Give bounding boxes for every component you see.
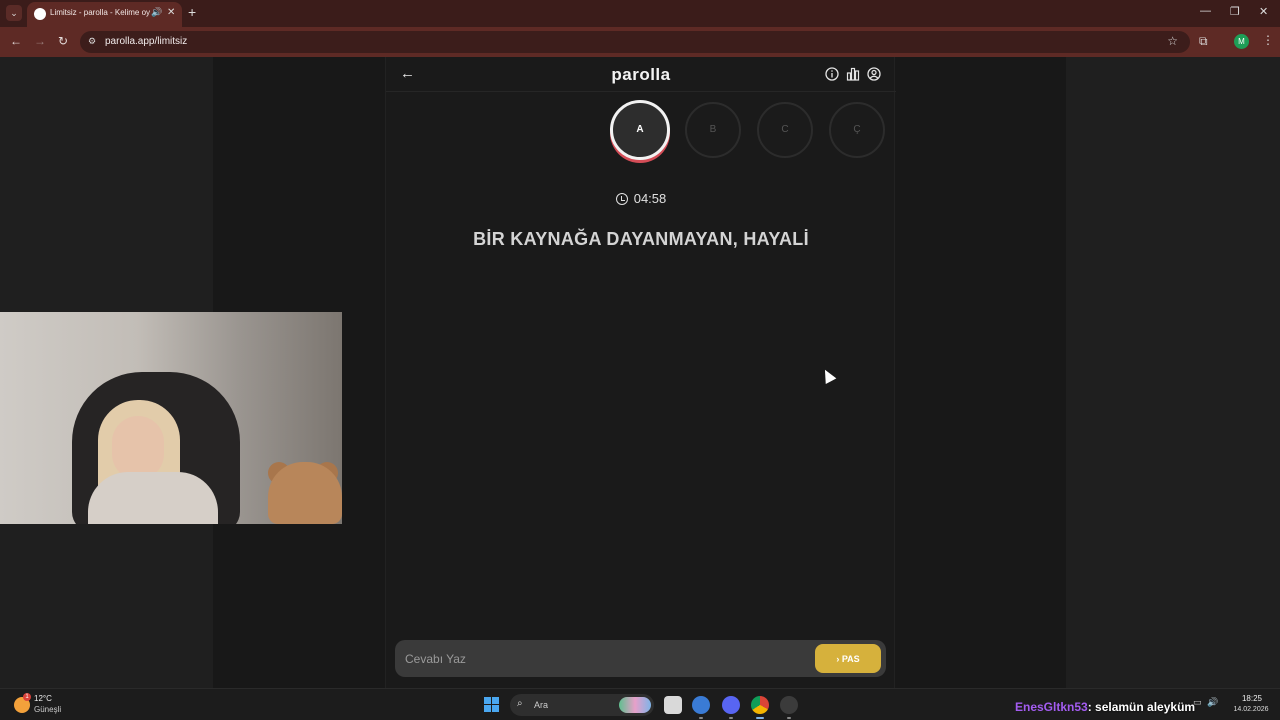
site-info-icon[interactable]: ⚙ [88, 36, 96, 47]
bookmark-star-icon[interactable]: ☆ [1167, 34, 1178, 48]
answer-input[interactable] [405, 640, 805, 677]
window-close-icon[interactable]: ✕ [1259, 5, 1268, 18]
parolla-app: ← parolla A B C Ç 04:58 BİR KAYNAĞA DAYA… [385, 57, 896, 688]
profile-avatar[interactable]: M [1234, 34, 1249, 49]
windows-start-icon[interactable] [484, 697, 500, 713]
pass-label: PAS [841, 653, 860, 664]
app-running-indicator [729, 717, 733, 719]
app-pinned-icon[interactable] [692, 696, 710, 714]
tab-close-icon[interactable]: ✕ [167, 7, 175, 18]
search-label: Ara [534, 700, 549, 710]
app-header: ← parolla [386, 57, 896, 92]
tab-search-button[interactable]: ⌄ [6, 5, 22, 21]
volume-icon[interactable]: 🔊 [1207, 697, 1218, 708]
address-bar[interactable]: ⚙ parolla.app/limitsiz ☆ [80, 31, 1190, 53]
extensions-icon[interactable]: ⧉ [1199, 34, 1208, 49]
question-text: BİR KAYNAĞA DAYANMAYAN, HAYALİ [473, 229, 809, 249]
back-icon[interactable]: ← [10, 34, 22, 48]
letter-circle-c-cedilla: Ç [829, 102, 885, 158]
tab-title: Limitsiz - parolla - Kelime oyunu [50, 8, 150, 17]
page-viewport: ← parolla A B C Ç 04:58 BİR KAYNAĞA DAYA… [0, 57, 1280, 688]
letter-circle-b: B [685, 102, 741, 158]
restore-icon[interactable]: ❐ [1230, 5, 1240, 18]
tab-favicon-icon [34, 8, 46, 20]
new-tab-icon[interactable]: + [188, 4, 196, 20]
tab-audio-icon[interactable]: 🔊 [151, 7, 162, 18]
info-icon[interactable] [825, 67, 839, 81]
clock-icon [615, 193, 628, 205]
webcam-person-body [88, 472, 218, 524]
browser-menu-icon[interactable]: ⋮ [1262, 33, 1274, 47]
search-icon: ⌕ [517, 698, 523, 709]
countdown-timer: 04:58 [386, 191, 896, 206]
taskbar-search[interactable]: ⌕ Ara [510, 694, 654, 716]
webcam-overlay [0, 312, 342, 524]
chat-message: : selamün aleyküm [1087, 700, 1196, 714]
minimize-icon[interactable]: — [1200, 5, 1211, 17]
app-logo: parolla [611, 65, 671, 84]
timer-value: 04:58 [633, 191, 667, 206]
url-text[interactable]: parolla.app/limitsiz [105, 36, 187, 47]
weather-temp[interactable]: 12°C [34, 694, 52, 703]
forward-icon[interactable]: → [34, 34, 46, 48]
pass-button[interactable]: › PAS [815, 644, 881, 673]
obs-icon[interactable] [780, 696, 798, 714]
letter-circle-c: C [757, 102, 813, 158]
reload-icon[interactable]: ↻ [58, 34, 68, 48]
app-running-indicator [787, 717, 791, 719]
browser-toolbar: ← → ↻ ⚙ parolla.app/limitsiz ☆ [0, 27, 1280, 57]
answer-bar: › PAS [395, 640, 886, 677]
taskbar-date[interactable]: 14.02.2026 [1227, 706, 1275, 713]
search-highlight-art [619, 697, 651, 713]
browser-tab-strip: ⌄ Limitsiz - parolla - Kelime oyunu 🔊 ✕ … [0, 0, 1280, 27]
browser-tab-active[interactable]: Limitsiz - parolla - Kelime oyunu 🔊 ✕ [27, 2, 182, 27]
weather-badge: 1 [23, 693, 31, 701]
stats-icon[interactable] [846, 67, 860, 81]
profile-icon[interactable] [867, 67, 881, 81]
app-active-indicator [756, 717, 764, 719]
weather-condition[interactable]: Güneşli [34, 705, 61, 714]
task-view-icon[interactable] [664, 696, 682, 714]
chevron-right-icon: › [836, 653, 840, 664]
app-running-indicator [699, 717, 703, 719]
teddy-bear [268, 462, 342, 524]
discord-icon[interactable] [722, 696, 740, 714]
webcam-person-face [112, 416, 164, 480]
stream-chat-overlay: EnesGltkn53: selamün aleyküm [1015, 700, 1195, 714]
letter-circle-a: A [610, 100, 670, 160]
taskbar-time[interactable]: 18:25 [1232, 694, 1272, 703]
chat-username: EnesGltkn53 [1015, 700, 1088, 714]
chrome-icon[interactable] [751, 696, 769, 714]
